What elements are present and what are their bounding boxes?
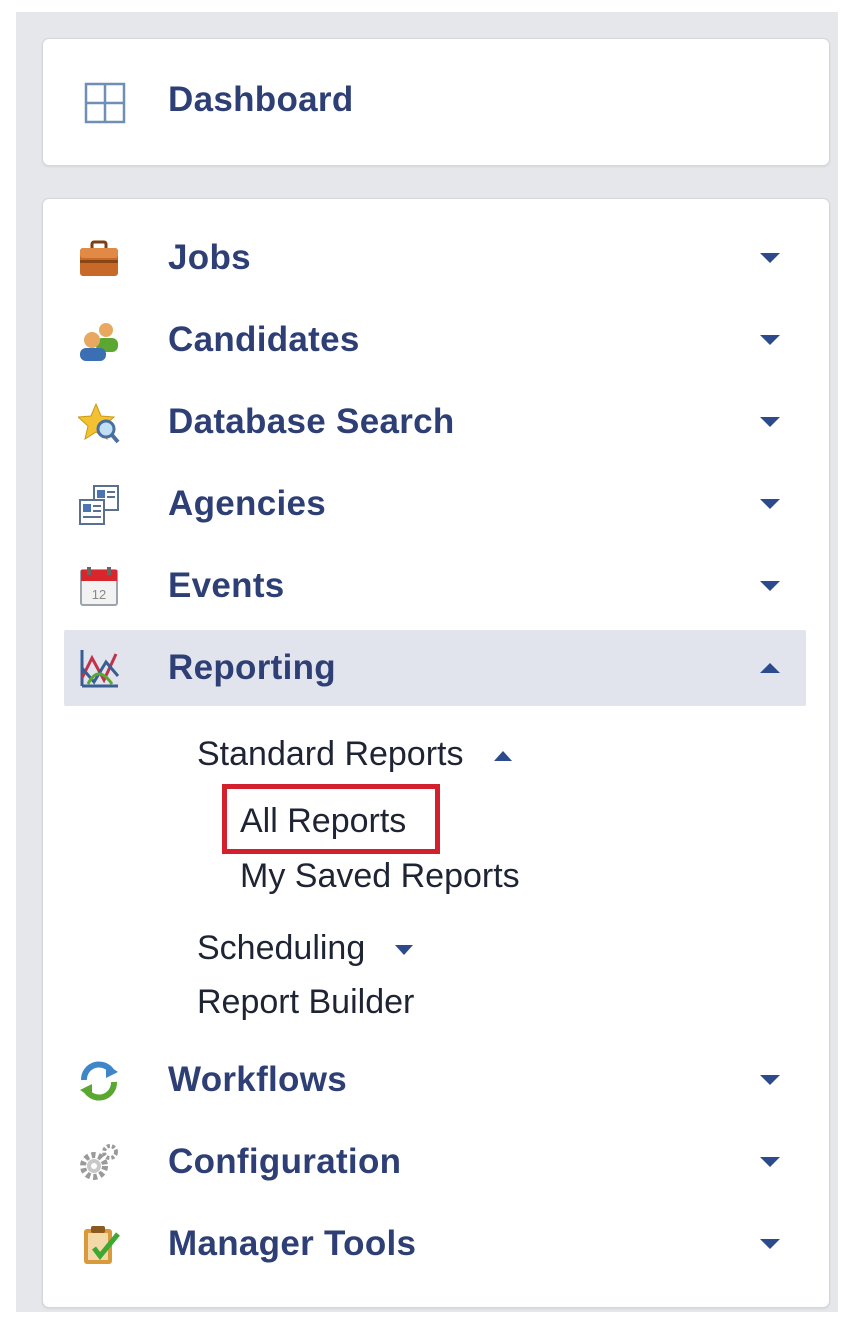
submenu-report-builder[interactable]: Report Builder	[197, 982, 414, 1022]
nav-item-label: Workflows	[168, 1060, 348, 1099]
chevron-down-icon[interactable]	[393, 943, 415, 957]
submenu-all-reports[interactable]: All Reports	[240, 801, 406, 841]
nav-item-label: Database Search	[168, 402, 455, 441]
svg-text:12: 12	[92, 587, 106, 602]
chevron-up-icon[interactable]	[492, 749, 514, 763]
gear-icon	[78, 1142, 120, 1184]
nav-item-label: Manager Tools	[168, 1224, 417, 1263]
submenu-label: Scheduling	[197, 929, 366, 967]
chart-icon	[78, 648, 120, 690]
people-icon	[78, 320, 120, 362]
nav-item-label: Dashboard	[168, 80, 354, 119]
nav-item-jobs[interactable]: Jobs	[64, 220, 806, 296]
grid-icon	[84, 82, 126, 124]
chevron-down-icon[interactable]	[756, 548, 784, 624]
nav-item-label: Agencies	[168, 484, 327, 523]
chevron-down-icon[interactable]	[756, 302, 784, 378]
nav-item-events[interactable]: 12 Events	[64, 548, 806, 624]
chevron-up-icon[interactable]	[756, 630, 784, 706]
nav-item-label: Reporting	[168, 648, 336, 687]
briefcase-icon	[78, 238, 120, 280]
nav-item-label: Events	[168, 566, 285, 605]
calendar-icon: 12	[78, 566, 120, 608]
clipboard-icon	[78, 1224, 120, 1266]
id-cards-icon	[78, 484, 120, 526]
submenu-label: Standard Reports	[197, 735, 464, 773]
submenu-standard-reports[interactable]: Standard Reports	[197, 734, 514, 774]
submenu-label: All Reports	[240, 802, 407, 840]
nav-item-candidates[interactable]: Candidates	[64, 302, 806, 378]
nav-item-manager-tools[interactable]: Manager Tools	[64, 1206, 806, 1282]
chevron-down-icon[interactable]	[756, 220, 784, 296]
nav-item-agencies[interactable]: Agencies	[64, 466, 806, 542]
submenu-label: My Saved Reports	[240, 857, 520, 895]
nav-item-dashboard[interactable]: Dashboard	[64, 62, 806, 138]
nav-item-database-search[interactable]: Database Search	[64, 384, 806, 460]
nav-item-workflows[interactable]: Workflows	[64, 1042, 806, 1118]
nav-item-label: Jobs	[168, 238, 251, 277]
nav-item-label: Candidates	[168, 320, 360, 359]
nav-item-configuration[interactable]: Configuration	[64, 1124, 806, 1200]
star-search-icon	[78, 402, 120, 444]
chevron-down-icon[interactable]	[756, 466, 784, 542]
nav-item-label: Configuration	[168, 1142, 402, 1181]
chevron-down-icon[interactable]	[756, 1042, 784, 1118]
submenu-my-saved-reports[interactable]: My Saved Reports	[240, 856, 520, 896]
chevron-down-icon[interactable]	[756, 384, 784, 460]
chevron-down-icon[interactable]	[756, 1124, 784, 1200]
chevron-down-icon[interactable]	[756, 1206, 784, 1282]
nav-item-reporting[interactable]: Reporting	[64, 630, 806, 706]
refresh-icon	[78, 1060, 120, 1102]
submenu-scheduling[interactable]: Scheduling	[197, 928, 415, 968]
submenu-label: Report Builder	[197, 983, 415, 1021]
